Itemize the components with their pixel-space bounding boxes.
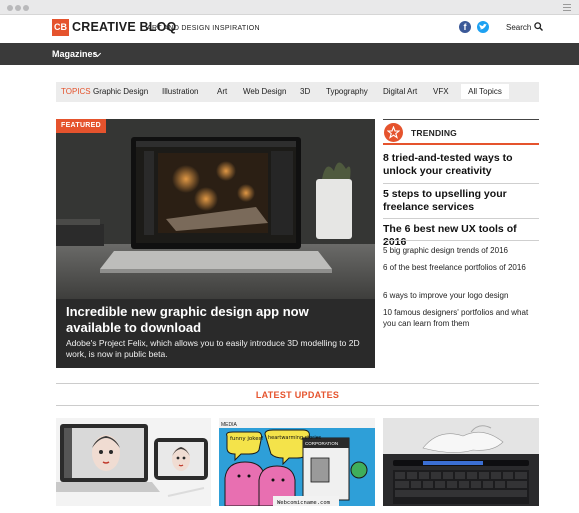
all-topics-button[interactable]: All Topics <box>461 84 509 99</box>
featured-badge: FEATURED <box>56 119 106 133</box>
macbook-touchbar-image <box>383 418 539 506</box>
trending-item[interactable]: 8 tried-and-tested ways to unlock your c… <box>383 152 539 178</box>
latest-thumb-macbook[interactable] <box>383 418 539 506</box>
comic-bubble-left: funny jokes! <box>230 436 264 442</box>
site-header: CB CREATIVE BLOQ ART AND DESIGN INSPIRAT… <box>0 15 579 43</box>
window-close-dot[interactable] <box>7 5 13 11</box>
trending-item[interactable]: 6 ways to improve your logo design <box>383 291 539 302</box>
topic-illustration[interactable]: Illustration <box>162 87 198 96</box>
topic-art[interactable]: Art <box>217 87 227 96</box>
trending-item[interactable]: 6 of the best freelance portfolios of 20… <box>383 263 539 274</box>
trending-item[interactable]: 5 steps to upselling your freelance serv… <box>383 188 539 214</box>
logo-badge[interactable]: CB <box>52 19 69 36</box>
latest-bottom-rule <box>56 405 539 406</box>
trending-header: TRENDING <box>383 119 539 145</box>
star-icon <box>384 123 403 142</box>
laptop-tablet-image <box>56 418 211 506</box>
topics-bar: TOPICS Graphic Design Illustration Art W… <box>56 82 539 102</box>
window-minimize-dot[interactable] <box>15 5 21 11</box>
facebook-icon[interactable]: f <box>459 21 471 33</box>
main-nav-bar: Magazines <box>0 43 579 65</box>
comic-box-label: CORPORATION <box>305 441 338 446</box>
search-label[interactable]: Search <box>506 23 531 32</box>
trending-item[interactable]: 10 famous designers' portfolios and what… <box>383 308 539 329</box>
window-zoom-dot[interactable] <box>23 5 29 11</box>
trending-divider <box>383 240 539 241</box>
latest-top-rule <box>56 383 539 384</box>
trending-item[interactable]: 5 big graphic design trends of 2016 <box>383 246 539 257</box>
trending-divider <box>383 183 539 184</box>
laptop-photo-illustration <box>56 119 375 299</box>
topic-vfx[interactable]: VFX <box>433 87 449 96</box>
featured-article[interactable]: FEATURED Incredible new graphic design a… <box>56 119 375 368</box>
latest-thumb-comic[interactable]: MEDIA funny jokes! heartwarming stories … <box>219 418 375 506</box>
topics-label: TOPICS <box>61 87 91 96</box>
comic-tag: MEDIA <box>221 422 238 428</box>
topic-digital-art[interactable]: Digital Art <box>383 87 417 96</box>
latest-updates-title: LATEST UPDATES <box>255 390 340 400</box>
hamburger-menu-icon[interactable] <box>563 4 571 11</box>
trending-label: TRENDING <box>411 128 457 138</box>
topic-graphic-design[interactable]: Graphic Design <box>93 87 148 96</box>
search-icon[interactable] <box>534 22 543 31</box>
featured-image[interactable] <box>56 119 375 299</box>
featured-title[interactable]: Incredible new graphic design app now av… <box>66 304 366 336</box>
trending-divider <box>383 218 539 219</box>
webcomic-image: MEDIA funny jokes! heartwarming stories … <box>219 418 375 506</box>
topic-web-design[interactable]: Web Design <box>243 87 286 96</box>
browser-chrome <box>0 0 579 15</box>
latest-thumb-app-illustration[interactable] <box>56 418 211 506</box>
comic-footer: Webcomicname.com <box>277 500 331 506</box>
twitter-icon[interactable] <box>477 21 489 33</box>
magazines-menu[interactable]: Magazines <box>52 49 98 59</box>
topic-typography[interactable]: Typography <box>326 87 368 96</box>
featured-description: Adobe's Project Felix, which allows you … <box>66 338 360 359</box>
site-tagline: ART AND DESIGN INSPIRATION <box>147 25 260 32</box>
topic-3d[interactable]: 3D <box>300 87 310 96</box>
